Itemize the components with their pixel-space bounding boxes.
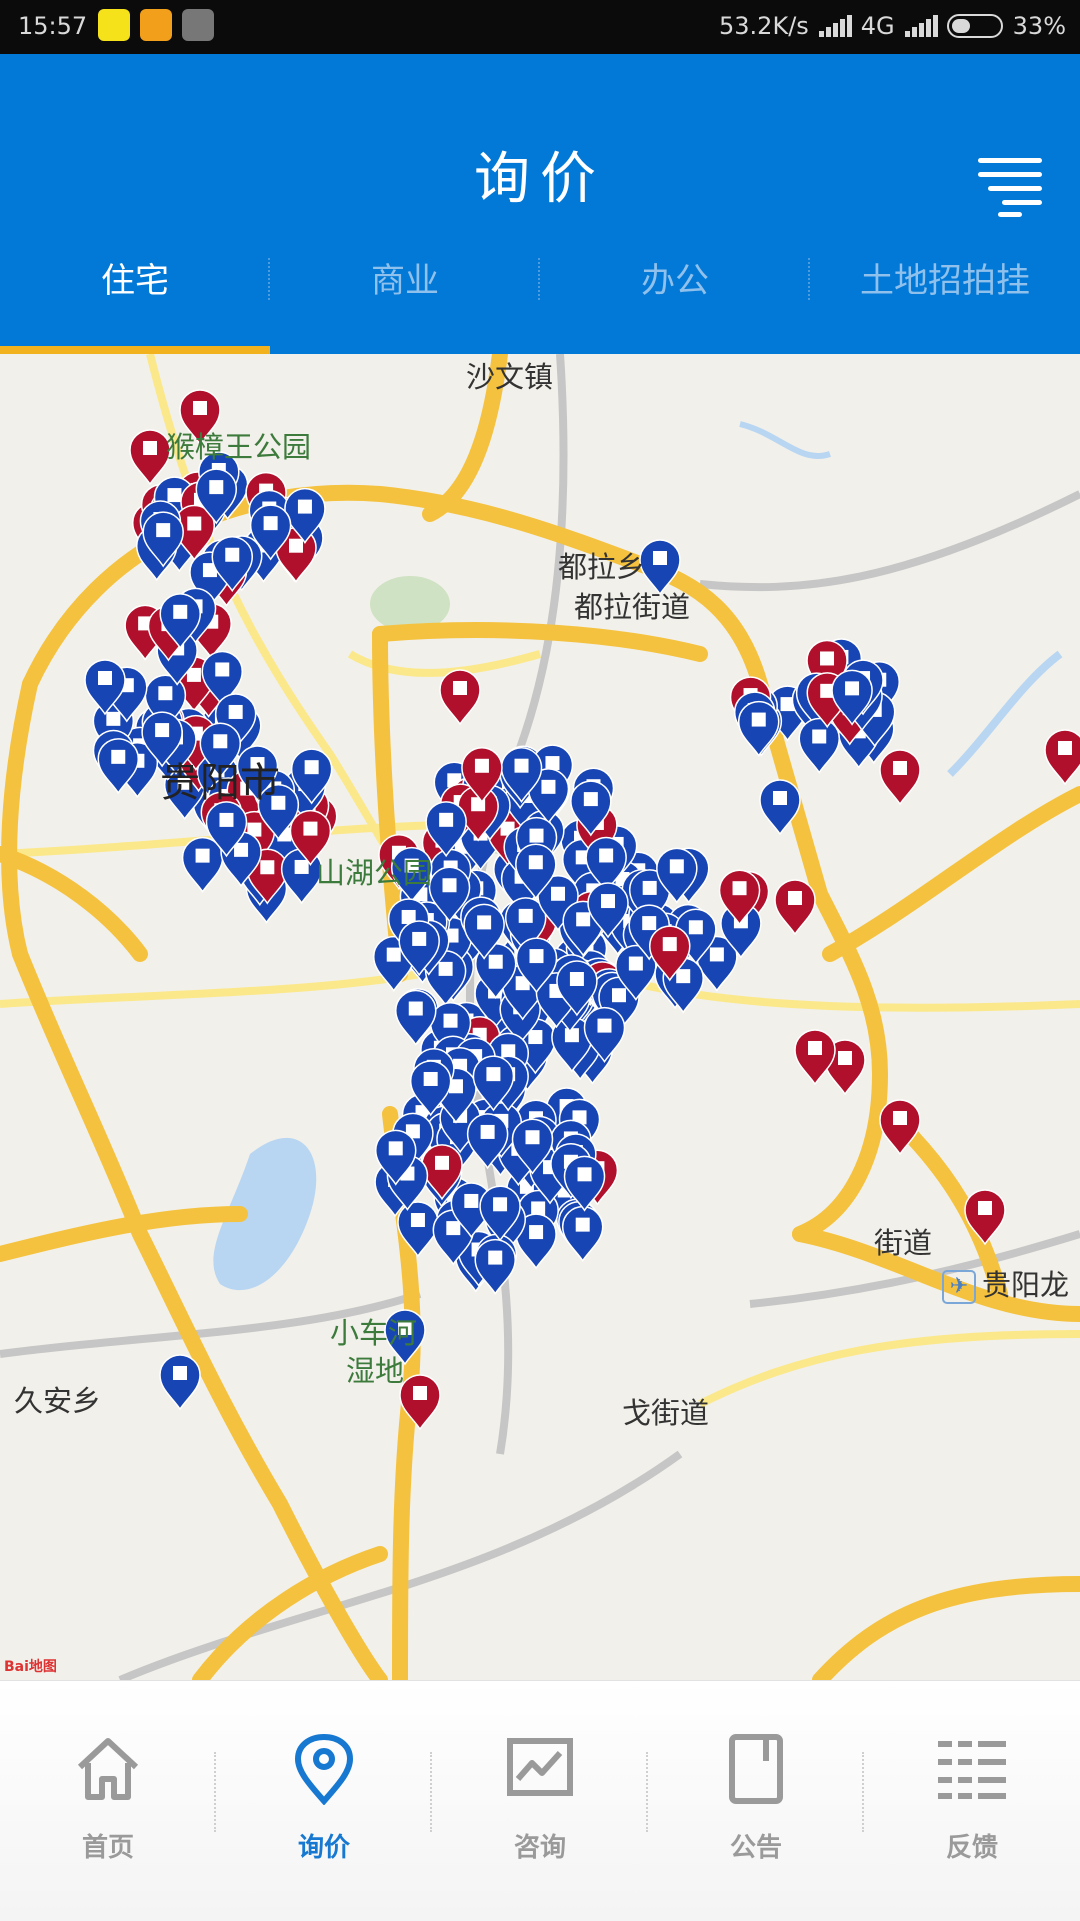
nav-feedback[interactable]: 反馈 xyxy=(864,1681,1080,1921)
nav-consult-label: 咨询 xyxy=(513,1833,566,1863)
tab-commercial[interactable]: 商业 xyxy=(270,200,540,354)
property-marker-pin[interactable] xyxy=(159,1354,201,1411)
nav-home[interactable]: 首页 xyxy=(0,1681,216,1921)
nav-divider xyxy=(214,1752,216,1832)
status-time: 15:57 xyxy=(18,12,88,40)
map-label-shawen: 沙文镇 xyxy=(466,360,554,394)
map-label-dula-jd: 都拉街道 xyxy=(574,590,691,624)
map-label-shanhu-park: 山湖公园 xyxy=(316,856,433,890)
bottom-navigation: 首页 询价 咨询 公告 反馈 xyxy=(0,1680,1080,1921)
nav-divider xyxy=(862,1752,864,1832)
app-notification-icon xyxy=(98,9,130,41)
map-label-park: 猴樟王公园 xyxy=(166,430,312,464)
nav-inquiry[interactable]: 询价 xyxy=(216,1681,432,1921)
map-label-dula: 都拉乡 xyxy=(558,550,646,584)
map-label-street: 街道 xyxy=(874,1226,933,1260)
signal-icon-2 xyxy=(904,15,938,37)
baidu-map-logo: Bai地图 xyxy=(4,1659,57,1675)
nav-home-label: 首页 xyxy=(81,1833,134,1863)
tab-residential[interactable]: 住宅 xyxy=(0,200,270,354)
nav-divider xyxy=(646,1752,648,1832)
scissors-app-icon xyxy=(182,9,214,41)
property-marker-pin[interactable] xyxy=(129,429,171,486)
map-view[interactable]: 沙文镇 猴樟王公园 都拉乡 都拉街道 贵阳市 山湖公园 小车河 湿地 久安乡 戈… xyxy=(0,354,1080,1680)
notebook-icon xyxy=(729,1734,783,1804)
nav-announcement[interactable]: 公告 xyxy=(648,1681,864,1921)
airport-label: 贵阳龙 xyxy=(982,1268,1070,1302)
chart-icon xyxy=(507,1738,573,1796)
battery-percent: 33% xyxy=(1012,12,1066,40)
map-label-airport: ✈ 贵阳龙 xyxy=(942,1262,1069,1304)
nav-announcement-label: 公告 xyxy=(729,1833,782,1863)
map-label-xiaochehe: 小车河 xyxy=(330,1316,418,1350)
map-label-wetland: 湿地 xyxy=(346,1354,405,1388)
category-tabs: 住宅 商业 办公 土地招拍挂 xyxy=(0,200,1080,354)
map-canvas xyxy=(0,354,1080,1680)
network-type: 4G xyxy=(860,12,895,40)
tab-divider xyxy=(538,258,540,300)
property-marker-pin[interactable] xyxy=(774,879,816,936)
nav-divider xyxy=(430,1752,432,1832)
nav-consult[interactable]: 咨询 xyxy=(432,1681,648,1921)
tab-divider xyxy=(808,258,810,300)
battery-icon xyxy=(946,14,1003,38)
property-marker-pin[interactable] xyxy=(561,1205,604,1262)
weibo-icon xyxy=(140,9,172,41)
map-label-jiuan: 久安乡 xyxy=(14,1384,102,1418)
property-marker-pin[interactable] xyxy=(794,1029,836,1086)
tab-land-auction[interactable]: 土地招拍挂 xyxy=(810,200,1080,354)
property-marker-pin[interactable] xyxy=(879,749,921,806)
property-marker-pin[interactable] xyxy=(181,836,224,893)
active-tab-indicator xyxy=(0,346,270,354)
signal-icon xyxy=(818,15,852,37)
network-speed: 53.2K/s xyxy=(719,12,809,40)
property-marker-pin[interactable] xyxy=(474,1238,516,1295)
nav-inquiry-label: 询价 xyxy=(297,1833,350,1863)
location-pin-icon xyxy=(294,1733,354,1805)
map-label-xiaomeng: 戈街道 xyxy=(622,1396,710,1430)
property-marker-pin[interactable] xyxy=(439,669,481,726)
tab-office[interactable]: 办公 xyxy=(540,200,810,354)
nav-feedback-label: 反馈 xyxy=(945,1833,998,1863)
airport-icon: ✈ xyxy=(942,1270,976,1304)
status-bar: 15:57 53.2K/s 4G 33% xyxy=(0,0,1080,54)
home-icon xyxy=(77,1738,139,1800)
tab-divider xyxy=(268,258,270,300)
map-label-city: 贵阳市 xyxy=(160,760,280,806)
property-marker-pin[interactable] xyxy=(798,717,840,774)
list-icon xyxy=(938,1741,1006,1799)
property-marker-pin[interactable] xyxy=(1044,729,1080,786)
